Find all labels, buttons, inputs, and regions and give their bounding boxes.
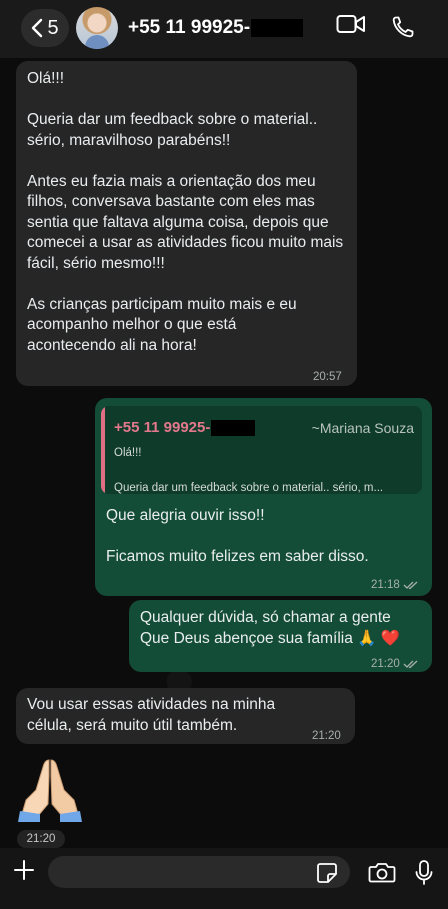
double-check-icon (403, 581, 418, 590)
quoted-author: ~Mariana Souza (311, 420, 414, 436)
message-text: Qualquer dúvida, só chamar a gente (140, 609, 391, 626)
message-incoming[interactable]: Olá!!! Queria dar um feedback sobre o ma… (16, 61, 357, 386)
message-composer (0, 848, 448, 909)
plus-icon[interactable] (12, 858, 36, 882)
message-outgoing[interactable]: +55 11 99925- ~Mariana Souza Olá!!! Quer… (95, 398, 432, 596)
message-text: Ficamos muito felizes em saber disso. (106, 548, 369, 565)
contact-number: +55 11 99925- (128, 17, 251, 38)
message-text: Vou usar essas atividades na minha célul… (27, 696, 276, 734)
message-text: Que alegria ouvir isso!! (106, 507, 265, 524)
redaction-bar (211, 420, 256, 437)
quoted-text: Olá!!! (114, 447, 142, 459)
avatar[interactable] (76, 7, 118, 49)
quoted-sender-number: +55 11 99925- (114, 419, 211, 436)
message-text: As crianças participam muito mais e eu a… (27, 295, 297, 354)
sticker-icon[interactable] (316, 862, 338, 884)
quote-accent-bar (101, 406, 105, 494)
redaction-bar (251, 19, 304, 37)
message-time-text: 21:20 (371, 658, 400, 670)
quoted-text: Queria dar um feedback sobre o material.… (114, 482, 384, 494)
message-text: Que Deus abençoe sua família 🙏 ❤️ (140, 630, 401, 647)
message-text: Queria dar um feedback sobre o material.… (27, 111, 318, 149)
camera-icon[interactable] (368, 860, 396, 884)
unread-count: 5 (47, 16, 59, 39)
back-button[interactable]: 5 (21, 9, 69, 47)
chevron-left-icon (32, 18, 43, 38)
chat-header: 5 +55 11 99925- (0, 0, 448, 58)
message-incoming[interactable]: Vou usar essas atividades na minha célul… (16, 688, 355, 744)
video-call-icon[interactable] (336, 13, 366, 35)
quoted-message[interactable]: +55 11 99925- ~Mariana Souza Olá!!! Quer… (101, 406, 422, 494)
message-text: Olá!!! (27, 70, 65, 87)
message-text: Antes eu fazia mais a orientação dos meu… (27, 172, 344, 272)
message-input[interactable] (48, 856, 350, 888)
message-time-text: 21:18 (371, 579, 400, 591)
message-time: 21:20 (17, 830, 65, 848)
message-time: 21:20 (312, 730, 341, 742)
double-check-icon (403, 660, 418, 669)
message-outgoing[interactable]: Qualquer dúvida, só chamar a gente Que D… (129, 600, 432, 672)
message-time: 21:18 (371, 575, 419, 596)
contact-name[interactable]: +55 11 99925- (128, 17, 304, 39)
message-time: 20:57 (313, 371, 342, 383)
praying-hands-emoji[interactable] (16, 756, 84, 822)
phone-icon[interactable] (391, 15, 415, 39)
quoted-sender: +55 11 99925- (114, 418, 256, 439)
microphone-icon[interactable] (414, 859, 434, 887)
message-time: 21:20 (371, 654, 419, 675)
